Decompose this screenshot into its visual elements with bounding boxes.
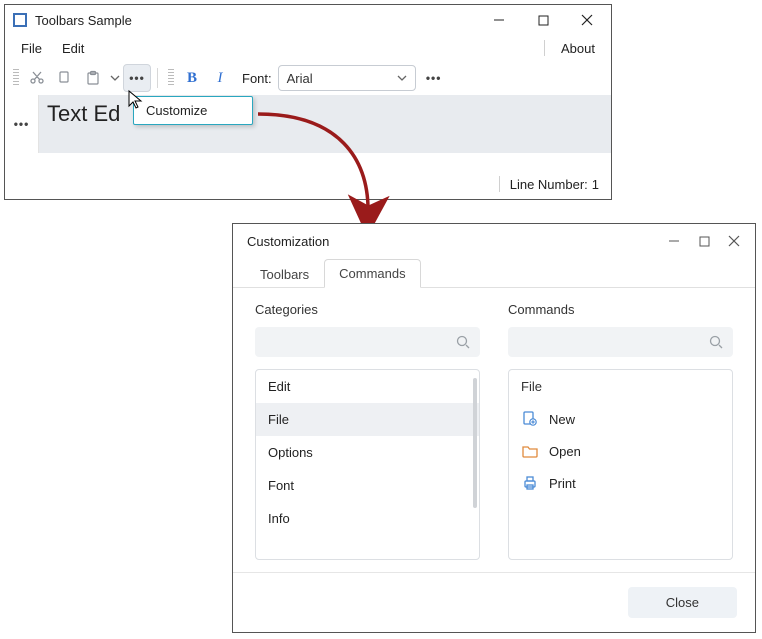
dialog-maximize-button[interactable]	[689, 228, 719, 254]
cut-button[interactable]	[23, 64, 51, 92]
status-bar: Line Number: 1	[5, 169, 611, 199]
menu-bar: File Edit About	[5, 35, 611, 61]
main-window: Toolbars Sample File Edit About	[4, 4, 612, 200]
maximize-icon	[699, 236, 710, 247]
italic-icon: I	[218, 70, 223, 87]
dialog-close-button[interactable]	[719, 228, 749, 254]
bold-icon: B	[187, 70, 197, 87]
maximize-button[interactable]	[521, 6, 565, 34]
command-row[interactable]: New	[509, 403, 732, 435]
paste-button[interactable]	[79, 64, 107, 92]
new-file-icon	[521, 410, 539, 428]
command-row[interactable]: Open	[509, 435, 732, 467]
dialog-minimize-button[interactable]	[659, 228, 689, 254]
category-row[interactable]: Font	[256, 469, 479, 502]
minimize-icon	[493, 14, 505, 26]
ellipsis-icon: •••	[420, 71, 448, 85]
minimize-icon	[668, 235, 680, 247]
minimize-button[interactable]	[477, 6, 521, 34]
toolbar-grip-2[interactable]	[168, 69, 174, 87]
titlebar: Toolbars Sample	[5, 5, 611, 35]
close-icon	[728, 235, 740, 247]
close-button[interactable]: Close	[628, 587, 737, 618]
menu-edit[interactable]: Edit	[52, 37, 94, 60]
menu-about[interactable]: About	[551, 37, 605, 60]
italic-button[interactable]: I	[206, 64, 234, 92]
chevron-down-icon	[397, 73, 407, 83]
side-strip: •••	[5, 95, 39, 153]
line-number-label: Line Number:	[510, 177, 588, 192]
command-label: Print	[549, 476, 576, 491]
categories-column: Categories Edit File Options Font Info	[255, 302, 480, 560]
tab-commands[interactable]: Commands	[324, 259, 420, 288]
close-icon	[581, 14, 593, 26]
toolbar-separator	[157, 68, 158, 88]
overflow-button-2[interactable]: •••	[420, 64, 448, 92]
command-label: New	[549, 412, 575, 427]
document-area[interactable]: Text Ed Customize	[39, 95, 611, 153]
commands-list[interactable]: File New Open Print	[508, 369, 733, 560]
commands-label: Commands	[508, 302, 733, 317]
document-heading: Text Ed	[47, 101, 120, 127]
category-row[interactable]: Edit	[256, 370, 479, 403]
menu-file[interactable]: File	[11, 37, 52, 60]
customization-dialog: Customization Toolbars Commands Categori…	[232, 223, 756, 633]
commands-group-header: File	[509, 370, 732, 403]
category-row[interactable]: Options	[256, 436, 479, 469]
command-row[interactable]: Print	[509, 467, 732, 499]
line-number-value: 1	[592, 177, 599, 192]
font-combo[interactable]: Arial	[278, 65, 416, 91]
scissors-icon	[29, 70, 45, 86]
categories-list[interactable]: Edit File Options Font Info	[255, 369, 480, 560]
app-icon	[13, 13, 27, 27]
search-icon	[709, 335, 723, 349]
toolbar: ••• B I Font: Arial •••	[5, 61, 611, 95]
category-row[interactable]: File	[256, 403, 479, 436]
clipboard-icon	[85, 70, 101, 86]
ellipsis-icon: •••	[123, 71, 151, 85]
dialog-body: Categories Edit File Options Font Info C…	[233, 288, 755, 572]
toolbar-grip[interactable]	[13, 69, 19, 87]
categories-label: Categories	[255, 302, 480, 317]
tab-toolbars[interactable]: Toolbars	[245, 260, 324, 288]
menu-separator	[544, 40, 545, 56]
font-combo-value: Arial	[287, 71, 313, 86]
dialog-footer: Close	[233, 572, 755, 632]
overflow-popup: Customize	[133, 96, 253, 125]
dialog-tabs: Toolbars Commands	[233, 258, 755, 288]
search-icon	[456, 335, 470, 349]
bold-button[interactable]: B	[178, 64, 206, 92]
category-row[interactable]: Info	[256, 502, 479, 535]
copy-icon	[57, 70, 73, 86]
overflow-button[interactable]: •••	[123, 64, 151, 92]
popup-customize[interactable]: Customize	[134, 97, 252, 124]
paste-dropdown[interactable]	[107, 64, 123, 92]
copy-button[interactable]	[51, 64, 79, 92]
font-label: Font:	[242, 71, 272, 86]
print-icon	[521, 474, 539, 492]
dialog-titlebar: Customization	[233, 224, 755, 258]
commands-column: Commands File New Open	[508, 302, 733, 560]
maximize-icon	[538, 15, 549, 26]
ellipsis-icon[interactable]: •••	[8, 117, 36, 131]
categories-search[interactable]	[255, 327, 480, 357]
commands-search[interactable]	[508, 327, 733, 357]
folder-open-icon	[521, 442, 539, 460]
status-separator	[499, 176, 500, 192]
chevron-down-icon	[110, 73, 120, 83]
window-title: Toolbars Sample	[35, 13, 477, 28]
close-button[interactable]	[565, 6, 609, 34]
scrollbar[interactable]	[473, 378, 477, 508]
content-area: ••• Text Ed Customize	[5, 95, 611, 153]
command-label: Open	[549, 444, 581, 459]
dialog-title: Customization	[247, 234, 659, 249]
